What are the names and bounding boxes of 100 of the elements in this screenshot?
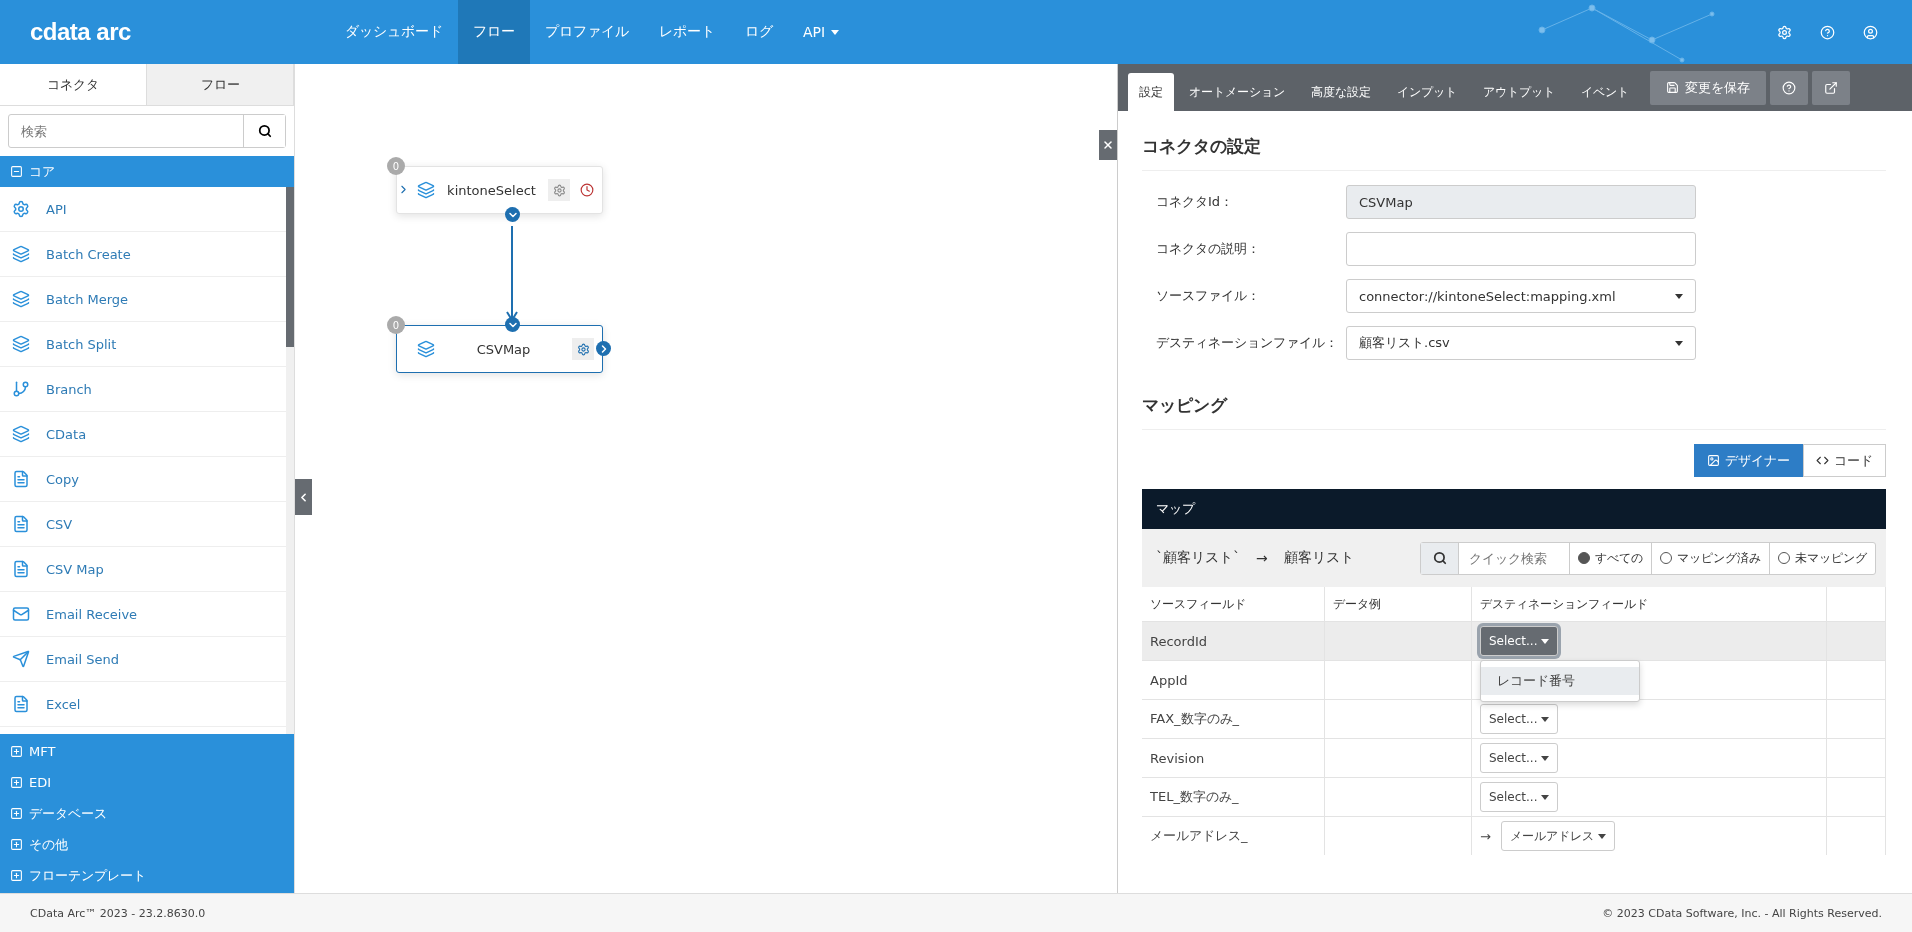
close-icon	[1102, 139, 1114, 151]
search-icon	[257, 124, 272, 138]
search-filter-bar[interactable]: クイック検索 すべての マッピング済み 未マッピング	[1420, 541, 1876, 575]
filter-option[interactable]: マッピング済み	[1651, 542, 1769, 574]
quick-search-field[interactable]: クイック検索	[1459, 542, 1569, 574]
version-text: CData Arc™ 2023 - 23.2.8630.0	[30, 906, 206, 920]
external-link-button[interactable]	[1812, 70, 1850, 105]
nav-link[interactable]: ダッシュボード	[330, 0, 458, 64]
expand-icon	[10, 838, 23, 851]
filter-option[interactable]: 未マッピング	[1769, 542, 1875, 574]
field-label: ソースファイル：	[1156, 287, 1261, 305]
connector-item[interactable]: Excel	[0, 682, 286, 727]
connector-icon	[417, 181, 435, 199]
connector-icon	[12, 560, 30, 578]
nav-link[interactable]: レポート	[644, 0, 730, 64]
field-select[interactable]: メールアドレス	[1500, 821, 1615, 851]
connector-icon	[12, 695, 30, 713]
help-icon[interactable]	[1820, 24, 1835, 40]
nav-link[interactable]: フロー	[458, 0, 530, 64]
count-badge: 0	[387, 157, 405, 175]
field-label: デスティネーションファイル：	[1156, 334, 1339, 352]
panel-tab[interactable]: アウトプット	[1472, 73, 1566, 111]
filter-option[interactable]: すべての	[1569, 542, 1651, 574]
view-toggle-button[interactable]: コード	[1803, 444, 1886, 477]
settings-icon[interactable]	[1777, 24, 1792, 40]
nav-link[interactable]: プロファイル	[530, 0, 644, 64]
search-bar[interactable]: 検索	[8, 114, 286, 148]
table-cell: RecordId	[1142, 621, 1325, 660]
expand-icon	[10, 807, 23, 820]
input-field: CSVMap	[1346, 185, 1696, 219]
panel-tab[interactable]: イベント	[1570, 73, 1640, 111]
nav-link[interactable]: API	[788, 0, 855, 64]
dropdown-field[interactable]: connector://kintoneSelect:mapping.xml	[1346, 279, 1696, 313]
panel-tab[interactable]: 設定	[1128, 73, 1174, 111]
save-button[interactable]: 変更を保存	[1650, 70, 1766, 105]
connector-item[interactable]: Copy	[0, 457, 286, 502]
collapse-icon	[10, 165, 23, 178]
connector-item[interactable]: CSV Map	[0, 547, 286, 592]
settings-icon	[576, 342, 590, 356]
expand-icon	[10, 776, 23, 789]
panel-tab[interactable]: インプット	[1386, 73, 1468, 111]
table-cell: TEL_数字のみ_	[1142, 777, 1325, 816]
save-icon	[1666, 81, 1679, 94]
code-icon	[1816, 454, 1829, 467]
caret-icon	[1541, 755, 1550, 761]
copyright-text: © 2023 CData Software, Inc. - All Rights Reserved.	[1602, 906, 1882, 920]
section-title: コネクタの設定	[1142, 121, 1886, 171]
radio-icon[interactable]	[1660, 552, 1672, 564]
search-button[interactable]	[243, 115, 285, 147]
radio-icon[interactable]	[1578, 552, 1590, 564]
connector-item[interactable]: CSV	[0, 502, 286, 547]
radio-icon[interactable]	[1778, 552, 1790, 564]
connector-icon	[12, 605, 30, 623]
connector-icon	[12, 245, 30, 263]
field-label: コネクタId：	[1156, 193, 1235, 211]
caret-icon	[1597, 833, 1606, 839]
user-icon[interactable]	[1863, 24, 1878, 40]
settings-button[interactable]	[572, 338, 594, 360]
connector-icon	[12, 380, 30, 398]
dropdown-field[interactable]: 顧客リスト.csv	[1346, 326, 1696, 360]
menu-item[interactable]: レコード番号	[1481, 667, 1639, 695]
logo[interactable]: cdata arc	[0, 18, 330, 46]
search-icon	[1432, 551, 1447, 565]
collapse-button[interactable]	[295, 479, 312, 515]
field-select[interactable]: Select...	[1480, 782, 1559, 812]
expand-icon	[10, 745, 23, 758]
sidebar-tab[interactable]: フロー	[147, 64, 294, 105]
destination-name: 顧客リスト	[1283, 549, 1354, 567]
caret-icon	[1675, 340, 1683, 346]
image-icon	[1707, 454, 1720, 467]
caret-icon	[1541, 794, 1550, 800]
panel-tab[interactable]: 高度な設定	[1300, 73, 1382, 111]
table-cell	[1827, 660, 1886, 699]
search-field[interactable]: 検索	[9, 115, 243, 147]
clock-icon[interactable]	[580, 183, 594, 197]
connector-icon	[12, 335, 30, 353]
close-button[interactable]	[1099, 130, 1117, 160]
help-button[interactable]	[1770, 70, 1808, 105]
source-name: `顧客リスト`	[1156, 549, 1240, 567]
node-name: CSVMap	[475, 341, 532, 357]
nav-link[interactable]: ログ	[730, 0, 788, 64]
connector-icon	[12, 200, 30, 218]
connector-icon	[12, 290, 30, 308]
category-header[interactable]: コア	[0, 156, 294, 187]
section-title: マッピング	[1142, 380, 1886, 430]
table-cell: Revision	[1142, 738, 1325, 777]
settings-button[interactable]	[548, 179, 570, 201]
panel-tab[interactable]: オートメーション	[1178, 73, 1296, 111]
view-toggle-button[interactable]: デザイナー	[1694, 444, 1803, 477]
arrow-text: →	[1480, 828, 1491, 844]
field-select[interactable]: Select...	[1480, 743, 1559, 773]
arrow-text: →	[1256, 550, 1268, 566]
field-select[interactable]: Select...	[1480, 704, 1559, 734]
field-label: コネクタの説明：	[1156, 240, 1261, 258]
node-name: kintoneSelect	[446, 182, 537, 198]
scrollbar-thumb[interactable]	[286, 187, 294, 347]
connector-icon	[12, 425, 30, 443]
field-select[interactable]: Select...	[1480, 626, 1559, 656]
expand-icon	[10, 869, 23, 882]
caret-icon	[831, 29, 840, 35]
